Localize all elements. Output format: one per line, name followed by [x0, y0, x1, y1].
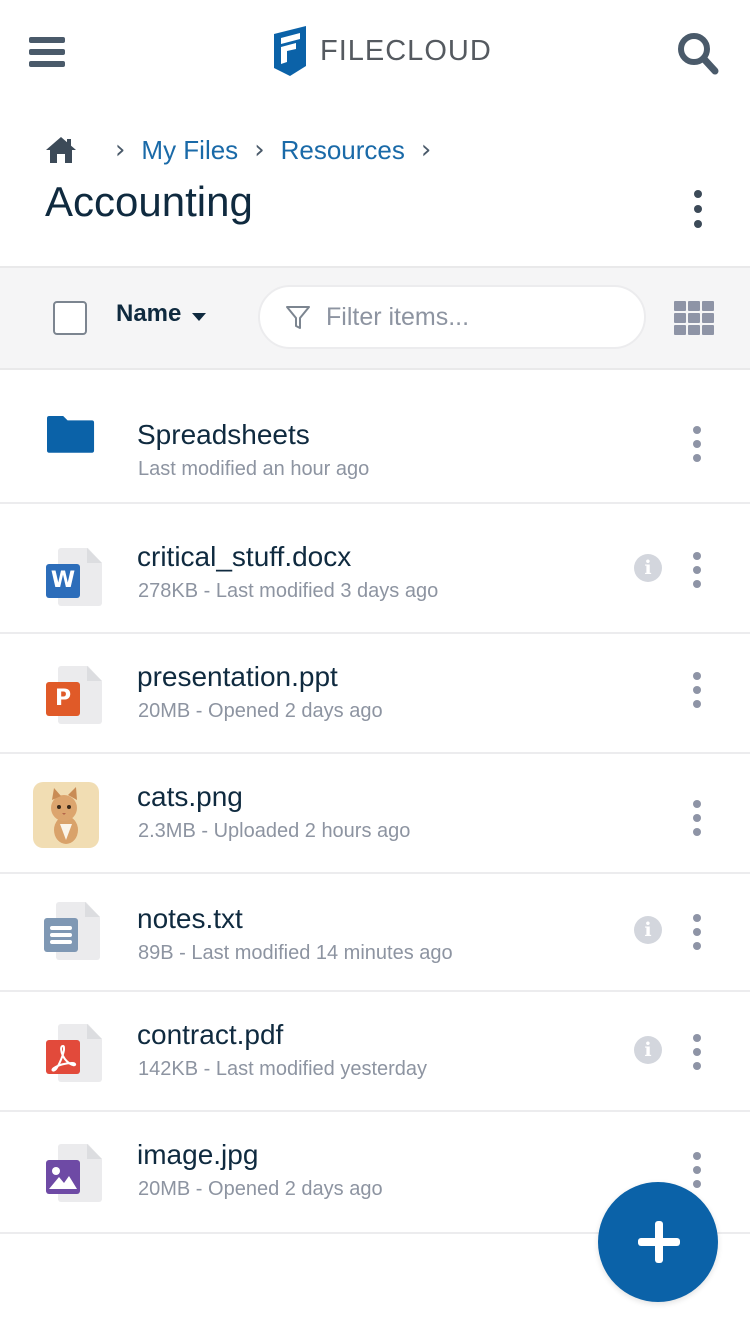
home-icon[interactable] — [45, 136, 77, 164]
item-name: notes.txt — [137, 903, 243, 934]
item-more-options-button[interactable] — [690, 1034, 704, 1070]
breadcrumb-separator: › — [420, 135, 432, 165]
item-more-options-button[interactable] — [690, 672, 704, 708]
pdf-badge — [46, 1040, 80, 1074]
filter-funnel-icon — [286, 306, 310, 329]
item-name: presentation.ppt — [137, 661, 338, 692]
vertical-dots-icon — [690, 800, 704, 836]
search-icon — [678, 33, 719, 75]
breadcrumb: › My Files › Resources › — [45, 132, 447, 168]
vertical-dots-icon — [690, 1152, 704, 1188]
hamburger-menu-icon — [29, 37, 65, 43]
item-meta: 2.3MB - Uploaded 2 hours ago — [138, 820, 411, 842]
menu-bar — [29, 49, 65, 55]
vertical-dots-icon — [690, 672, 704, 708]
item-more-options-button[interactable] — [690, 552, 704, 588]
breadcrumb-separator: › — [254, 135, 265, 165]
item-meta: Last modified an hour ago — [138, 458, 370, 480]
image-file-icon — [46, 1144, 114, 1212]
powerpoint-badge: P — [46, 682, 80, 716]
powerpoint-icon: P — [46, 666, 114, 734]
item-meta: 20MB - Opened 2 days ago — [138, 700, 383, 722]
item-more-options-button[interactable] — [690, 914, 704, 950]
select-all-checkbox[interactable] — [53, 301, 87, 335]
sort-dropdown[interactable]: Name — [116, 300, 207, 328]
item-more-options-button[interactable] — [690, 1152, 704, 1188]
grid-view-toggle[interactable] — [674, 301, 714, 337]
list-item[interactable]: cats.png 2.3MB - Uploaded 2 hours ago — [0, 754, 750, 874]
filter-field — [258, 285, 646, 349]
cat-thumbnail — [33, 782, 99, 848]
filecloud-shield-icon — [274, 26, 306, 76]
item-more-options-button[interactable] — [690, 426, 704, 462]
item-meta: 278KB - Last modified 3 days ago — [138, 580, 439, 602]
word-badge: W — [46, 564, 80, 598]
item-name: critical_stuff.docx — [137, 541, 352, 572]
vertical-dots-icon — [690, 190, 706, 228]
page-title: Accounting — [45, 178, 253, 225]
list-item[interactable]: contract.pdf 142KB - Last modified yeste… — [0, 992, 750, 1112]
item-name: cats.png — [137, 781, 243, 812]
image-badge — [46, 1160, 80, 1194]
info-icon[interactable] — [634, 554, 662, 582]
item-name: Spreadsheets — [137, 419, 310, 450]
item-meta: 142KB - Last modified yesterday — [138, 1058, 428, 1080]
info-icon[interactable] — [634, 916, 662, 944]
breadcrumb-separator: › — [115, 135, 126, 165]
text-badge — [44, 918, 78, 952]
hamburger-menu-button[interactable] — [29, 37, 65, 69]
grid-view-icon — [674, 301, 686, 311]
breadcrumb-my-files[interactable]: My Files — [141, 135, 238, 166]
vertical-dots-icon — [690, 914, 704, 950]
vertical-dots-icon — [690, 1034, 704, 1070]
filter-input[interactable] — [326, 302, 616, 332]
list-item[interactable]: P presentation.ppt 20MB - Opened 2 days … — [0, 634, 750, 754]
item-meta: 89B - Last modified 14 minutes ago — [138, 942, 453, 964]
list-item[interactable]: Spreadsheets Last modified an hour ago — [0, 382, 750, 504]
filecloud-logo: FILECLOUD — [272, 26, 492, 76]
list-item[interactable]: notes.txt 89B - Last modified 14 minutes… — [0, 874, 750, 992]
app-header: FILECLOUD — [0, 0, 750, 106]
folder-icon — [47, 416, 95, 453]
item-name: image.jpg — [137, 1139, 259, 1170]
vertical-dots-icon — [690, 426, 704, 462]
item-more-options-button[interactable] — [690, 800, 704, 836]
list-item[interactable]: W critical_stuff.docx 278KB - Last modif… — [0, 514, 750, 634]
sort-label: Name — [116, 300, 182, 327]
list-toolbar: Name — [0, 266, 750, 370]
text-document-icon — [44, 902, 112, 970]
item-meta: 20MB - Opened 2 days ago — [138, 1178, 383, 1200]
add-new-button[interactable] — [598, 1182, 718, 1302]
menu-bar — [29, 61, 65, 67]
item-name: contract.pdf — [137, 1019, 284, 1050]
info-icon[interactable] — [634, 1036, 662, 1064]
search-button[interactable] — [676, 31, 720, 75]
file-list: Spreadsheets Last modified an hour ago W… — [0, 392, 750, 1234]
breadcrumb-resources[interactable]: Resources — [281, 135, 405, 166]
folder-more-options-button[interactable] — [690, 190, 706, 228]
caret-down-icon — [192, 313, 207, 321]
vertical-dots-icon — [690, 552, 704, 588]
brand-name: FILECLOUD — [320, 34, 492, 67]
pdf-icon — [46, 1024, 114, 1092]
word-document-icon: W — [46, 548, 114, 616]
